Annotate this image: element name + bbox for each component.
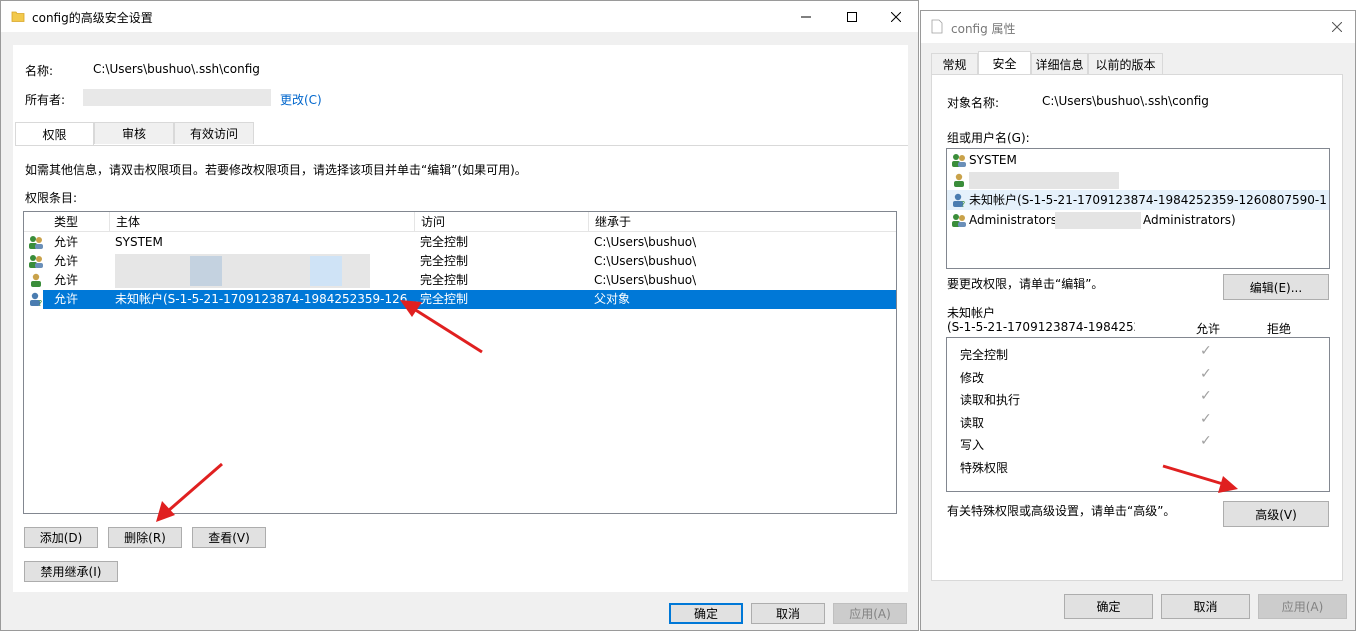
arrow-to-advanced-button xyxy=(1162,464,1238,493)
annotation-arrows xyxy=(156,300,1238,522)
arrow-to-remove-button xyxy=(156,462,223,522)
arrow-to-selected-entry xyxy=(400,300,483,354)
